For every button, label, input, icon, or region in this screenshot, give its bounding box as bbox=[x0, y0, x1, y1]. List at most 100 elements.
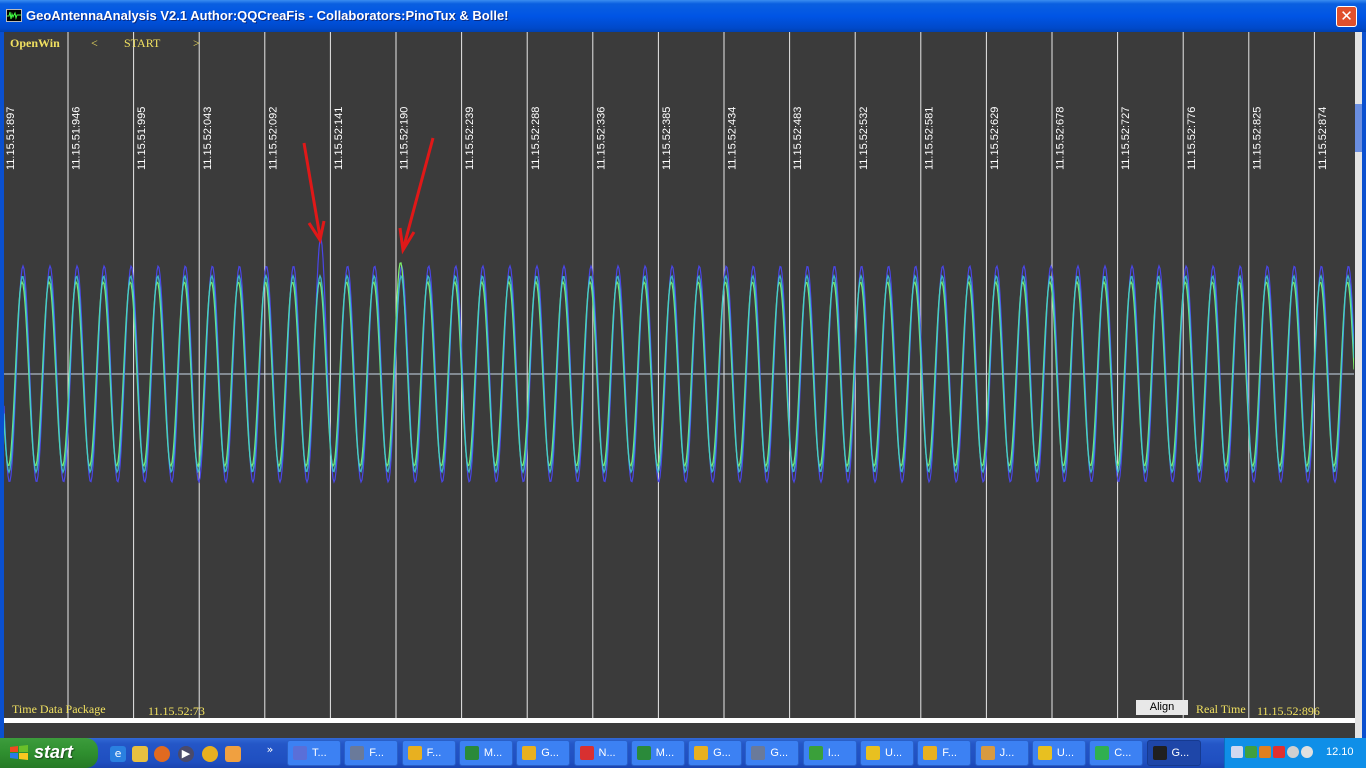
antivirus-tray-icon[interactable] bbox=[1273, 746, 1285, 758]
taskbar-button-label: G... bbox=[770, 747, 789, 759]
start-acquisition-button[interactable]: START bbox=[124, 36, 160, 51]
taskbar-button[interactable]: T... bbox=[287, 740, 341, 766]
taskbar-button[interactable]: U... bbox=[1031, 740, 1086, 766]
sun-icon bbox=[866, 746, 880, 760]
taskbar-button-label: F... bbox=[942, 747, 957, 759]
taskbar-button-label: N... bbox=[598, 747, 616, 759]
taskbar-button-label: F... bbox=[426, 747, 442, 759]
taskbar-button[interactable]: U... bbox=[860, 740, 914, 766]
previous-button[interactable]: < bbox=[91, 36, 98, 51]
start-button[interactable]: start bbox=[0, 738, 98, 768]
taskbar-button[interactable]: G... bbox=[688, 740, 743, 766]
firefox-icon[interactable] bbox=[154, 746, 170, 762]
taskbar-button[interactable]: G... bbox=[1146, 740, 1201, 766]
real-time-label: Real Time bbox=[1196, 702, 1246, 716]
close-button[interactable]: ✕ bbox=[1336, 6, 1357, 27]
real-time-value: 11.15.52:896 bbox=[1257, 704, 1320, 718]
start-label: start bbox=[34, 742, 74, 762]
timestamp-label: 11.15.51:995 bbox=[136, 107, 148, 170]
red-arrow-blue-peak bbox=[302, 142, 326, 244]
network-tray-icon[interactable] bbox=[1231, 746, 1243, 758]
chrome-icon[interactable] bbox=[202, 746, 218, 762]
chrome-icon bbox=[407, 746, 422, 760]
timestamp-label: 11.15.52:434 bbox=[727, 107, 739, 170]
align-button[interactable]: Align bbox=[1136, 700, 1188, 715]
title-bar[interactable]: GeoAntennaAnalysis V2.1 Author:QQCreaFis… bbox=[0, 0, 1366, 32]
pdf-icon bbox=[579, 746, 594, 760]
volume-tray-icon[interactable] bbox=[1287, 746, 1299, 758]
taskbar-button-label: U... bbox=[1056, 747, 1075, 759]
time-data-package-label: Time Data Package bbox=[12, 702, 106, 716]
timestamp-label: 11.15.52:141 bbox=[333, 107, 345, 170]
chrome-icon bbox=[522, 746, 537, 760]
scrollbar-thumb[interactable] bbox=[1355, 104, 1362, 152]
timestamp-label: 11.15.52:874 bbox=[1317, 107, 1329, 170]
timestamp-label: 11.15.52:678 bbox=[1055, 107, 1067, 170]
taskbar-button[interactable]: I... bbox=[802, 740, 857, 766]
timestamp-label: 11.15.52:043 bbox=[202, 107, 214, 170]
quicklaunch-overflow-icon[interactable]: » bbox=[262, 742, 278, 758]
taskbar-button-label: I... bbox=[827, 747, 840, 759]
taskbar-clock[interactable]: 12.10 bbox=[1326, 746, 1354, 758]
taskbar-button[interactable]: M... bbox=[630, 740, 685, 766]
timestamp-label: 11.15.52:336 bbox=[595, 107, 607, 170]
chrome-icon bbox=[923, 746, 938, 760]
vertical-scrollbar[interactable] bbox=[1355, 32, 1362, 738]
excel-icon bbox=[636, 746, 651, 760]
paint-tool-icon bbox=[350, 746, 365, 760]
timestamp-label: 11.15.52:629 bbox=[989, 107, 1001, 170]
geoantenna-icon bbox=[1152, 746, 1167, 760]
image-viewer-icon bbox=[808, 746, 823, 760]
taskbar-button-label: F... bbox=[369, 747, 384, 759]
timestamp-label: 11.15.52:190 bbox=[399, 107, 411, 170]
app-waveform-icon bbox=[6, 9, 22, 22]
timestamp-label: 11.15.52:092 bbox=[267, 107, 279, 170]
timestamp-label: 11.15.52:483 bbox=[792, 107, 804, 170]
timestamp-label: 11.15.52:532 bbox=[858, 107, 870, 170]
window-title: GeoAntennaAnalysis V2.1 Author:QQCreaFis… bbox=[26, 8, 509, 23]
shield-tray-icon[interactable] bbox=[1245, 746, 1257, 758]
windows-logo-icon bbox=[10, 745, 28, 760]
next-button[interactable]: > bbox=[193, 36, 200, 51]
timestamp-label: 11.15.52:825 bbox=[1251, 107, 1263, 170]
media-player-icon[interactable]: ▶ bbox=[178, 746, 194, 762]
messenger-icon[interactable] bbox=[225, 746, 241, 762]
timestamp-label: 11.15.52:776 bbox=[1186, 107, 1198, 170]
chrome-icon bbox=[694, 746, 709, 760]
taskbar-button-label: C... bbox=[1114, 747, 1132, 759]
taskbar-button-label: T... bbox=[312, 747, 327, 759]
taskbar-button-label: U... bbox=[885, 747, 903, 759]
taskbar-button-label: G... bbox=[1171, 747, 1190, 759]
taskbar-button[interactable]: C... bbox=[1089, 740, 1144, 766]
folder-icon[interactable] bbox=[132, 746, 148, 762]
taskbar-button[interactable]: M... bbox=[458, 740, 513, 766]
wireless-icon bbox=[1095, 746, 1110, 760]
signal-plot: 11.15.51:897 11.15.51:946 11.15.51:995 11.1… bbox=[4, 32, 1354, 718]
taskbar-button[interactable]: G... bbox=[516, 740, 571, 766]
taskbar-button[interactable]: F... bbox=[344, 740, 399, 766]
taskbar-button-label: M... bbox=[655, 747, 675, 759]
time-data-package-value: 11.15.52:73 bbox=[148, 704, 205, 718]
paint-palette-icon bbox=[980, 746, 995, 760]
alert-tray-icon[interactable] bbox=[1259, 746, 1271, 758]
floppy-disk-icon bbox=[293, 746, 307, 760]
openwin-button[interactable]: OpenWin bbox=[10, 36, 60, 51]
taskbar-button[interactable]: F... bbox=[401, 740, 456, 766]
taskbar-button[interactable]: N... bbox=[573, 740, 628, 766]
timestamp-label: 11.15.52:288 bbox=[530, 107, 542, 170]
timestamp-label: 11.15.52:581 bbox=[923, 107, 935, 170]
clock-tray-icon[interactable] bbox=[1301, 746, 1313, 758]
taskbar-button[interactable]: G... bbox=[745, 740, 800, 766]
taskbar-button-label: M... bbox=[483, 747, 503, 759]
timestamp-label: 11.15.51:946 bbox=[71, 107, 83, 170]
taskbar-button-label: G... bbox=[713, 747, 731, 759]
timestamp-label: 11.15.52:385 bbox=[661, 107, 673, 170]
paint-tool-icon bbox=[751, 746, 766, 760]
ie-icon[interactable]: e bbox=[110, 746, 126, 762]
taskbar-button-label: G... bbox=[541, 747, 559, 759]
taskbar-button[interactable]: F... bbox=[917, 740, 972, 766]
status-strip bbox=[4, 718, 1355, 723]
taskbar-button[interactable]: J... bbox=[974, 740, 1029, 766]
timestamp-label: 11.15.52:727 bbox=[1120, 107, 1132, 170]
taskbar-button-label: J... bbox=[999, 747, 1015, 759]
